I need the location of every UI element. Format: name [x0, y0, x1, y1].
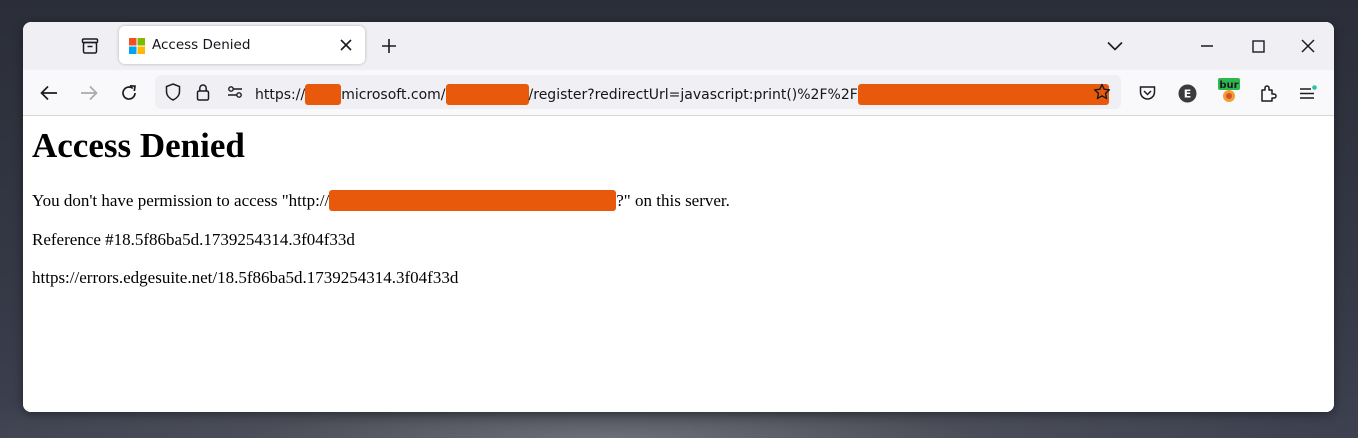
extensions-puzzle-icon[interactable]: [1253, 78, 1283, 108]
permissions-sliders-icon[interactable]: [220, 77, 250, 107]
redaction-bar: [857, 84, 1109, 105]
maximize-icon[interactable]: [1243, 31, 1273, 61]
tab-access-denied[interactable]: Access Denied: [119, 26, 365, 64]
reference-number: Reference #18.5f86ba5d.1739254314.3f04f3…: [32, 230, 355, 249]
menu-hamburger-icon[interactable]: [1293, 78, 1323, 108]
tracking-protection-shield-icon[interactable]: [158, 77, 188, 107]
lock-icon[interactable]: [188, 77, 218, 107]
permission-message-prefix: You don't have permission to access "htt…: [32, 190, 330, 210]
permission-message: You don't have permission to access "htt…: [32, 190, 730, 211]
list-tabs-chevron-down-icon[interactable]: [1100, 31, 1130, 61]
close-window-icon[interactable]: [1293, 31, 1323, 61]
page-content: Access Denied You don't have permission …: [23, 116, 1334, 412]
bookmark-star-icon[interactable]: [1087, 77, 1117, 107]
tab-overview-icon[interactable]: [75, 31, 105, 61]
forward-arrow-icon[interactable]: [74, 78, 104, 108]
minimize-icon[interactable]: [1192, 31, 1222, 61]
tab-title: Access Denied: [152, 37, 251, 53]
url-path: /register?redirectUrl=javascript:print()…: [528, 86, 858, 103]
microsoft-logo-icon: [129, 38, 145, 54]
browser-window: Access Denied https:// microsoft.com/ /r…: [23, 22, 1334, 412]
extension-e-icon[interactable]: E: [1172, 78, 1202, 108]
error-url: https://errors.edgesuite.net/18.5f86ba5d…: [32, 268, 459, 287]
tab-bar: Access Denied: [23, 22, 1334, 70]
redaction-bar: [445, 84, 529, 105]
url-scheme: https://: [255, 86, 306, 103]
new-tab-icon[interactable]: [374, 31, 404, 61]
url-domain: microsoft.com/: [341, 86, 446, 103]
close-tab-icon[interactable]: [333, 32, 359, 58]
pocket-icon[interactable]: [1132, 78, 1162, 108]
back-arrow-icon[interactable]: [34, 78, 64, 108]
extension-badge: bur: [1219, 80, 1238, 91]
navigation-toolbar: https:// microsoft.com/ /register?redire…: [23, 70, 1334, 116]
reload-icon[interactable]: [114, 78, 144, 108]
redaction-bar: [305, 84, 342, 105]
permission-message-suffix: ?" on this server.: [616, 190, 730, 210]
extension-bur-icon[interactable]: bur: [1213, 74, 1245, 108]
redaction-bar: [329, 190, 617, 211]
address-bar[interactable]: https:// microsoft.com/ /register?redire…: [155, 75, 1121, 109]
page-heading: Access Denied: [32, 126, 245, 165]
svg-text:E: E: [1183, 87, 1191, 100]
url-text[interactable]: https:// microsoft.com/ /register?redire…: [255, 84, 1109, 105]
